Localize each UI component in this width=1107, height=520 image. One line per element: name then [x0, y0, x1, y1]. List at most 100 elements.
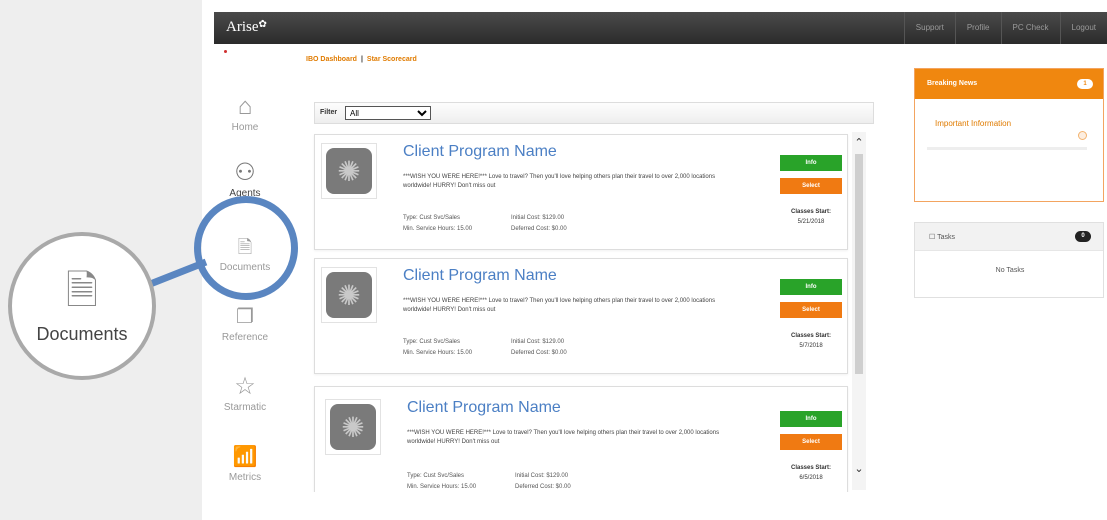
nav-profile-link[interactable]: Profile — [954, 12, 1001, 44]
program-initial-cost: Initial Cost: $129.00 — [515, 473, 569, 479]
program-logo-icon: ✺ — [326, 148, 372, 194]
tasks-count-badge: 0 — [1075, 231, 1091, 242]
documents-zoom-callout: 🗎 Documents — [8, 232, 156, 380]
classes-start-label: Classes Start: — [790, 465, 832, 471]
program-deferred-cost: Deferred Cost: $0.00 — [515, 484, 571, 490]
program-card: ✺ Client Program Name ***WISH YOU WERE H… — [314, 386, 848, 492]
news-divider — [927, 147, 1087, 150]
program-min-hours: Min. Service Hours: 15.00 — [407, 484, 477, 490]
nav-support-link[interactable]: Support — [903, 12, 955, 44]
program-description: ***WISH YOU WERE HERE!*** Love to travel… — [403, 174, 716, 189]
classes-start: Classes Start: 5/21/2018 — [771, 207, 851, 227]
breaking-news-header: Breaking News 1 — [915, 69, 1103, 99]
program-title[interactable]: Client Program Name — [407, 399, 561, 417]
program-type: Type: Cust Svc/Sales — [407, 473, 465, 479]
breaking-news-title: Breaking News — [927, 80, 978, 87]
news-item-link[interactable]: Important Information — [935, 119, 1011, 128]
sidebar-item-home[interactable]: ⌂ Home — [210, 92, 280, 133]
reference-icon: ❐ — [236, 306, 254, 328]
program-title[interactable]: Client Program Name — [403, 143, 557, 161]
program-initial-cost: Initial Cost: $129.00 — [511, 339, 565, 345]
program-card: ✺ Client Program Name ***WISH YOU WERE H… — [314, 134, 848, 250]
filter-label: Filter — [320, 109, 338, 116]
classes-start: Classes Start: 6/5/2018 — [771, 463, 851, 483]
info-button[interactable]: Info — [780, 411, 842, 427]
zoom-label: Documents — [36, 324, 128, 344]
documents-highlight-ring — [194, 196, 298, 300]
logo-text: Arise — [226, 19, 259, 35]
screenshot-frame: Arise✿ Support Profile PC Check Logout I… — [202, 0, 1107, 520]
classes-start-date: 5/21/2018 — [797, 219, 825, 225]
sidebar-item-reference[interactable]: ❐ Reference — [210, 302, 280, 343]
filter-select[interactable]: All — [345, 106, 431, 120]
arise-logo[interactable]: Arise✿ — [226, 19, 267, 36]
nav-logout-link[interactable]: Logout — [1059, 12, 1107, 44]
program-logo-icon: ✺ — [330, 404, 376, 450]
classes-start-label: Classes Start: — [790, 209, 832, 215]
program-deferred-cost: Deferred Cost: $0.00 — [511, 350, 567, 356]
breadcrumb-ibo-dashboard[interactable]: IBO Dashboard — [306, 56, 357, 63]
breadcrumb-separator: | — [360, 56, 363, 63]
program-initial-cost: Initial Cost: $129.00 — [511, 215, 565, 221]
select-button[interactable]: Select — [780, 434, 842, 450]
select-button[interactable]: Select — [780, 302, 842, 318]
scroll-up-icon[interactable]: ⌃ — [852, 136, 866, 149]
star-icon: ☆ — [234, 373, 256, 400]
program-deferred-cost: Deferred Cost: $0.00 — [511, 226, 567, 232]
program-meta: Type: Cust Svc/Sales Initial Cost: $129.0… — [403, 213, 733, 235]
program-description: ***WISH YOU WERE HERE!*** Love to travel… — [407, 430, 720, 445]
no-tasks-text: No Tasks — [995, 267, 1025, 274]
program-min-hours: Min. Service Hours: 15.00 — [403, 226, 473, 232]
tasks-title-text: Tasks — [937, 234, 955, 241]
top-bar: Arise✿ Support Profile PC Check Logout — [214, 12, 1107, 44]
document-icon: 🗎 — [65, 269, 99, 313]
sidebar-item-label: Starmatic — [223, 402, 267, 413]
sidebar-item-metrics[interactable]: 📶 Metrics — [210, 442, 280, 483]
filter-bar: Filter All — [314, 102, 874, 124]
sidebar-item-agents[interactable]: ⚇ Agents — [210, 158, 280, 199]
select-button[interactable]: Select — [780, 178, 842, 194]
classes-start-date: 6/5/2018 — [799, 475, 823, 481]
breadcrumb-star-scorecard[interactable]: Star Scorecard — [367, 56, 417, 63]
tasks-title: ☐ Tasks — [929, 233, 955, 241]
classes-start-date: 5/7/2018 — [799, 343, 823, 349]
agent-icon: ⚇ — [234, 159, 256, 186]
program-meta: Type: Cust Svc/Sales Initial Cost: $129.0… — [407, 471, 737, 492]
info-button[interactable]: Info — [780, 155, 842, 171]
top-nav: Support Profile PC Check Logout — [903, 12, 1107, 44]
program-thumbnail: ✺ — [321, 267, 377, 323]
program-card: ✺ Client Program Name ***WISH YOU WERE H… — [314, 258, 848, 374]
tasks-header: ☐ Tasks 0 — [915, 223, 1103, 251]
program-min-hours: Min. Service Hours: 15.00 — [403, 350, 473, 356]
program-description: ***WISH YOU WERE HERE!*** Love to travel… — [403, 298, 716, 313]
logo-mark-icon: ✿ — [258, 19, 267, 30]
sidebar-item-label: Reference — [221, 332, 269, 343]
scrollbar-thumb[interactable] — [855, 154, 863, 374]
info-button[interactable]: Info — [780, 279, 842, 295]
program-thumbnail: ✺ — [325, 399, 381, 455]
news-unread-icon — [1078, 131, 1087, 140]
home-icon: ⌂ — [237, 93, 253, 120]
program-thumbnail: ✺ — [321, 143, 377, 199]
alert-dot — [224, 50, 227, 53]
nav-pc-check-link[interactable]: PC Check — [1000, 12, 1060, 44]
breadcrumb: IBO Dashboard | Star Scorecard — [306, 56, 417, 63]
sidebar-item-label: Metrics — [228, 472, 262, 483]
classes-start: Classes Start: 5/7/2018 — [771, 331, 851, 351]
checkbox-icon: ☐ — [929, 234, 938, 241]
program-type: Type: Cust Svc/Sales — [403, 215, 461, 221]
program-title[interactable]: Client Program Name — [403, 267, 557, 285]
metrics-icon: 📶 — [232, 446, 258, 468]
program-meta: Type: Cust Svc/Sales Initial Cost: $129.0… — [403, 337, 733, 359]
program-list: ✺ Client Program Name ***WISH YOU WERE H… — [310, 132, 874, 492]
list-scrollbar[interactable]: ⌃ ⌄ — [852, 132, 866, 490]
tasks-panel: ☐ Tasks 0 No Tasks — [914, 222, 1104, 298]
program-logo-icon: ✺ — [326, 272, 372, 318]
program-type: Type: Cust Svc/Sales — [403, 339, 461, 345]
breaking-news-panel: Breaking News 1 Important Information — [914, 68, 1104, 202]
classes-start-label: Classes Start: — [790, 333, 832, 339]
sidebar-item-starmatic[interactable]: ☆ Starmatic — [210, 372, 280, 413]
breaking-news-count-badge: 1 — [1077, 79, 1093, 89]
scroll-down-icon[interactable]: ⌄ — [852, 462, 866, 475]
sidebar-item-label: Home — [231, 122, 259, 133]
